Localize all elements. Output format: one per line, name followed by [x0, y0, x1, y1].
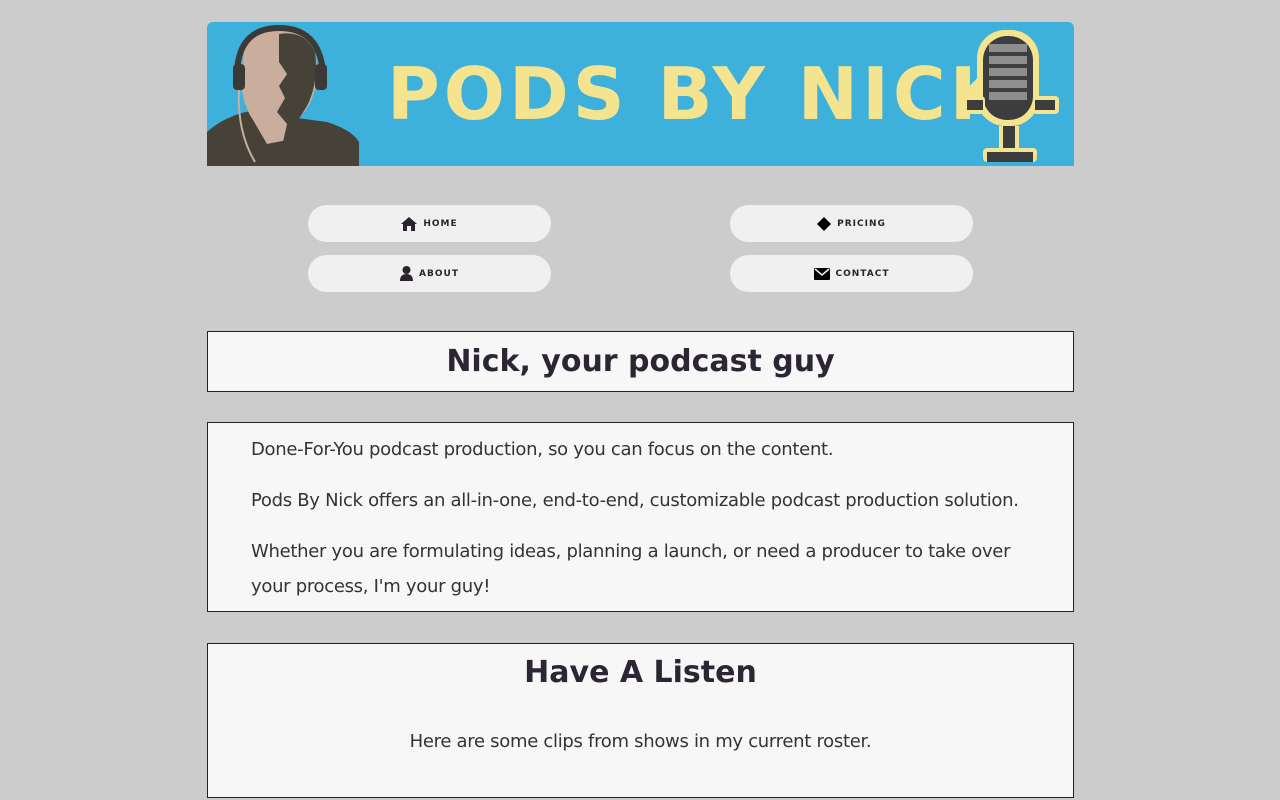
nav-pricing-label: PRICING [837, 218, 886, 229]
nav-home-button[interactable]: HOME [308, 205, 551, 242]
envelope-icon [813, 267, 830, 280]
nav-home-label: HOME [423, 218, 458, 229]
hero-card: Nick, your podcast guy [207, 331, 1074, 392]
site-banner[interactable]: PODS BY NICK [207, 22, 1074, 166]
headphone-person-icon [207, 24, 359, 166]
nav-contact-label: CONTACT [835, 268, 890, 279]
intro-card: Done-For-You podcast production, so you … [207, 422, 1074, 612]
nav-contact-button[interactable]: CONTACT [730, 255, 973, 292]
intro-paragraph-2: Pods By Nick offers an all-in-one, end-t… [251, 490, 1019, 511]
listen-card: Have A Listen Here are some clips from s… [207, 643, 1074, 798]
intro-paragraph-3: Whether you are formulating ideas, plann… [251, 541, 1011, 597]
home-icon [401, 216, 418, 231]
listen-text: Here are some clips from shows in my cur… [409, 731, 872, 752]
diamond-icon [817, 216, 832, 231]
listen-title: Have A Listen [524, 655, 757, 690]
banner-title: PODS BY NICK [387, 52, 1010, 136]
nav-pricing-button[interactable]: PRICING [730, 205, 973, 242]
user-icon [400, 266, 414, 281]
hero-title: Nick, your podcast guy [446, 344, 835, 379]
nav-about-button[interactable]: ABOUT [308, 255, 551, 292]
intro-paragraph-1: Done-For-You podcast production, so you … [251, 439, 834, 460]
page: PODS BY NICK HOME PRICING ABOUT CONTACT … [0, 0, 1280, 800]
nav-about-label: ABOUT [419, 268, 459, 279]
microphone-icon [963, 30, 1059, 162]
